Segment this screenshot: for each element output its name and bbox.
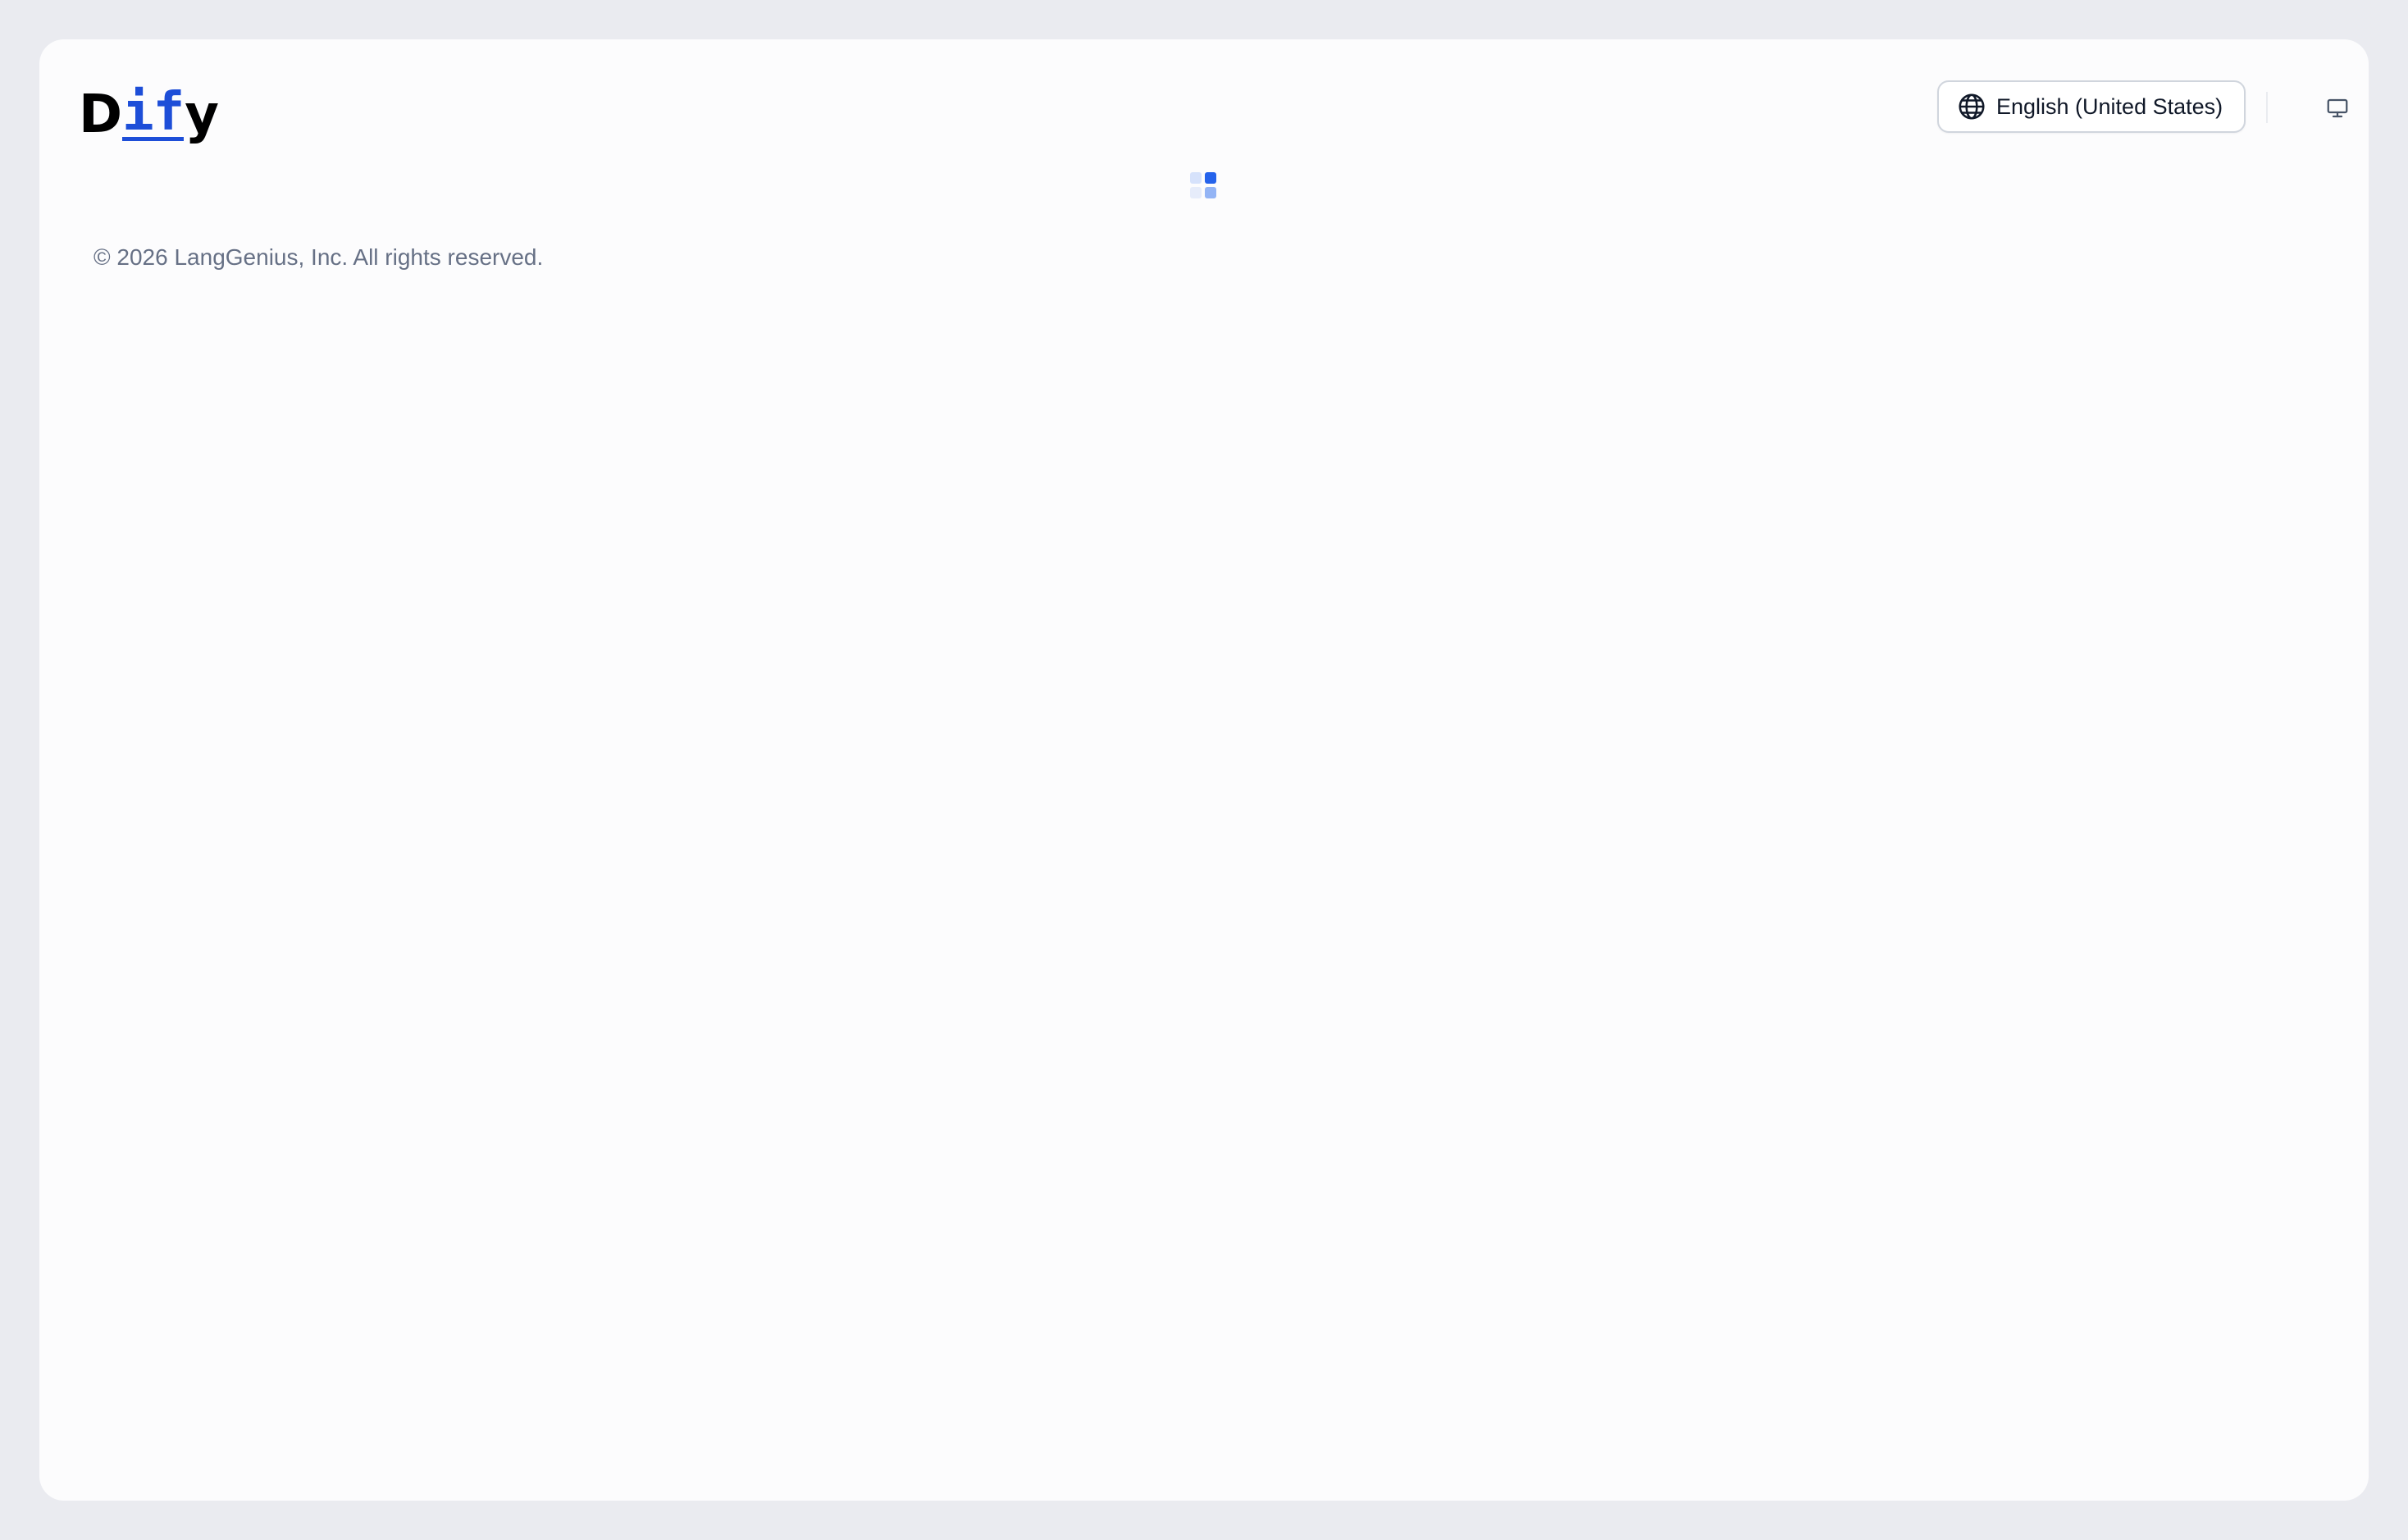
globe-icon — [1959, 93, 1985, 120]
loader-square — [1190, 172, 1202, 184]
theme-toggle-button[interactable] — [2319, 90, 2356, 126]
language-selector-button[interactable]: English (United States) — [1937, 80, 2246, 133]
copyright-text: © 2026 LangGenius, Inc. All rights reser… — [93, 244, 544, 270]
header-divider — [2266, 92, 2268, 123]
logo-mid: if — [122, 82, 185, 144]
logo-suffix: y — [185, 84, 219, 145]
loading-grid-icon — [1190, 172, 1220, 202]
language-label: English (United States) — [1996, 93, 2223, 119]
loader-square — [1205, 172, 1216, 184]
main-card: Dif y English (United States) © 2026 Lang… — [39, 39, 2369, 1501]
dify-logo[interactable]: Dif y — [79, 75, 219, 145]
loader-square — [1190, 187, 1202, 198]
loader-square — [1205, 187, 1216, 198]
logo-prefix: D — [79, 84, 122, 145]
monitor-icon — [2327, 98, 2348, 118]
